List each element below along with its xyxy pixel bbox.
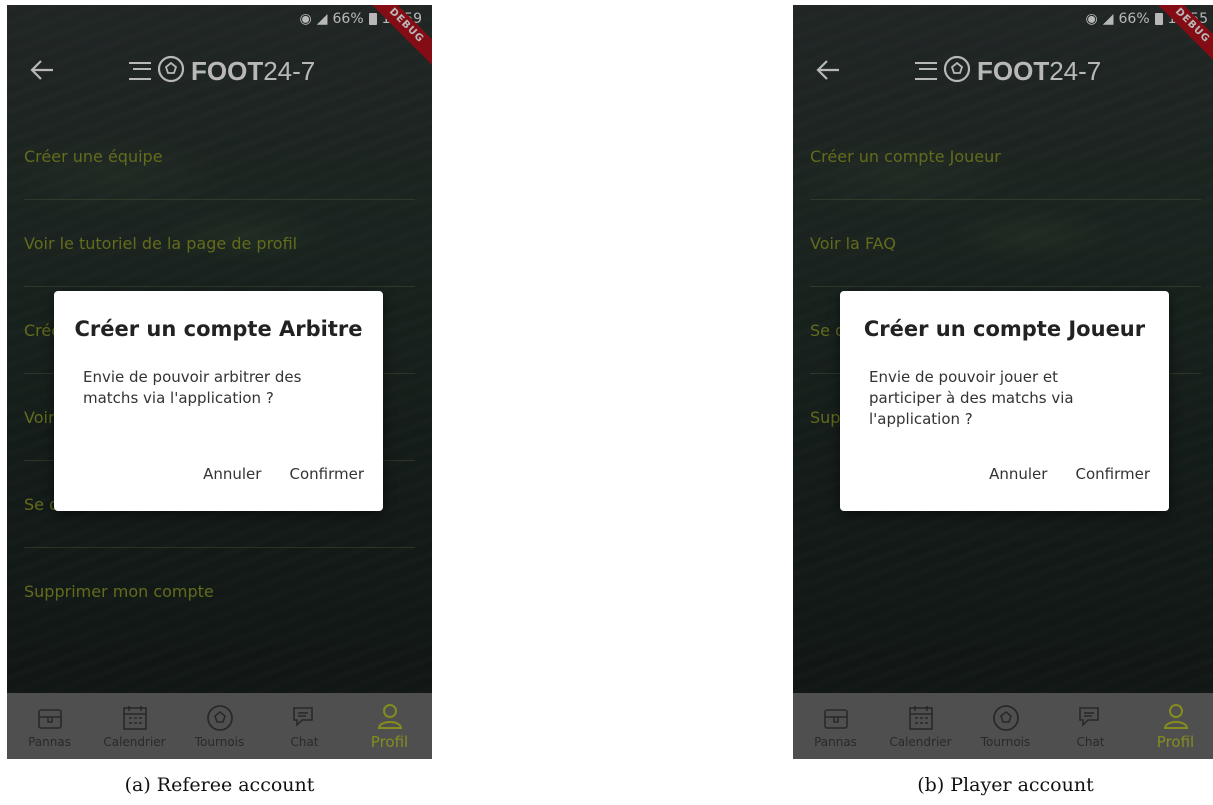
create-account-dialog: Créer un compte Arbitre Envie de pouvoir… [54, 291, 383, 511]
dialog-actions: Annuler Confirmer [989, 465, 1150, 483]
confirm-button[interactable]: Confirmer [289, 465, 364, 483]
cancel-button[interactable]: Annuler [203, 465, 261, 483]
dialog-actions: Annuler Confirmer [203, 465, 364, 483]
phone-screen: ◉ ◢ 66% 10:55 DEBUG FOOT24-7 Créer un co… [793, 5, 1213, 759]
figure-caption: (a) Referee account [124, 774, 315, 796]
phone-screen: ◉ ◢ 66% 10:59 DEBUG FOOT24-7 Créer une é… [7, 5, 432, 759]
confirm-button[interactable]: Confirmer [1075, 465, 1150, 483]
dialog-title: Créer un compte Arbitre [74, 317, 363, 341]
dialog-title: Créer un compte Joueur [863, 317, 1146, 341]
figure-caption: (b) Player account [917, 774, 1094, 796]
dialog-message: Envie de pouvoir arbitrer des matchs via… [83, 368, 302, 407]
create-account-dialog: Créer un compte Joueur Envie de pouvoir … [840, 291, 1169, 511]
dialog-message: Envie de pouvoir jouer et participer à d… [869, 368, 1074, 428]
cancel-button[interactable]: Annuler [989, 465, 1047, 483]
